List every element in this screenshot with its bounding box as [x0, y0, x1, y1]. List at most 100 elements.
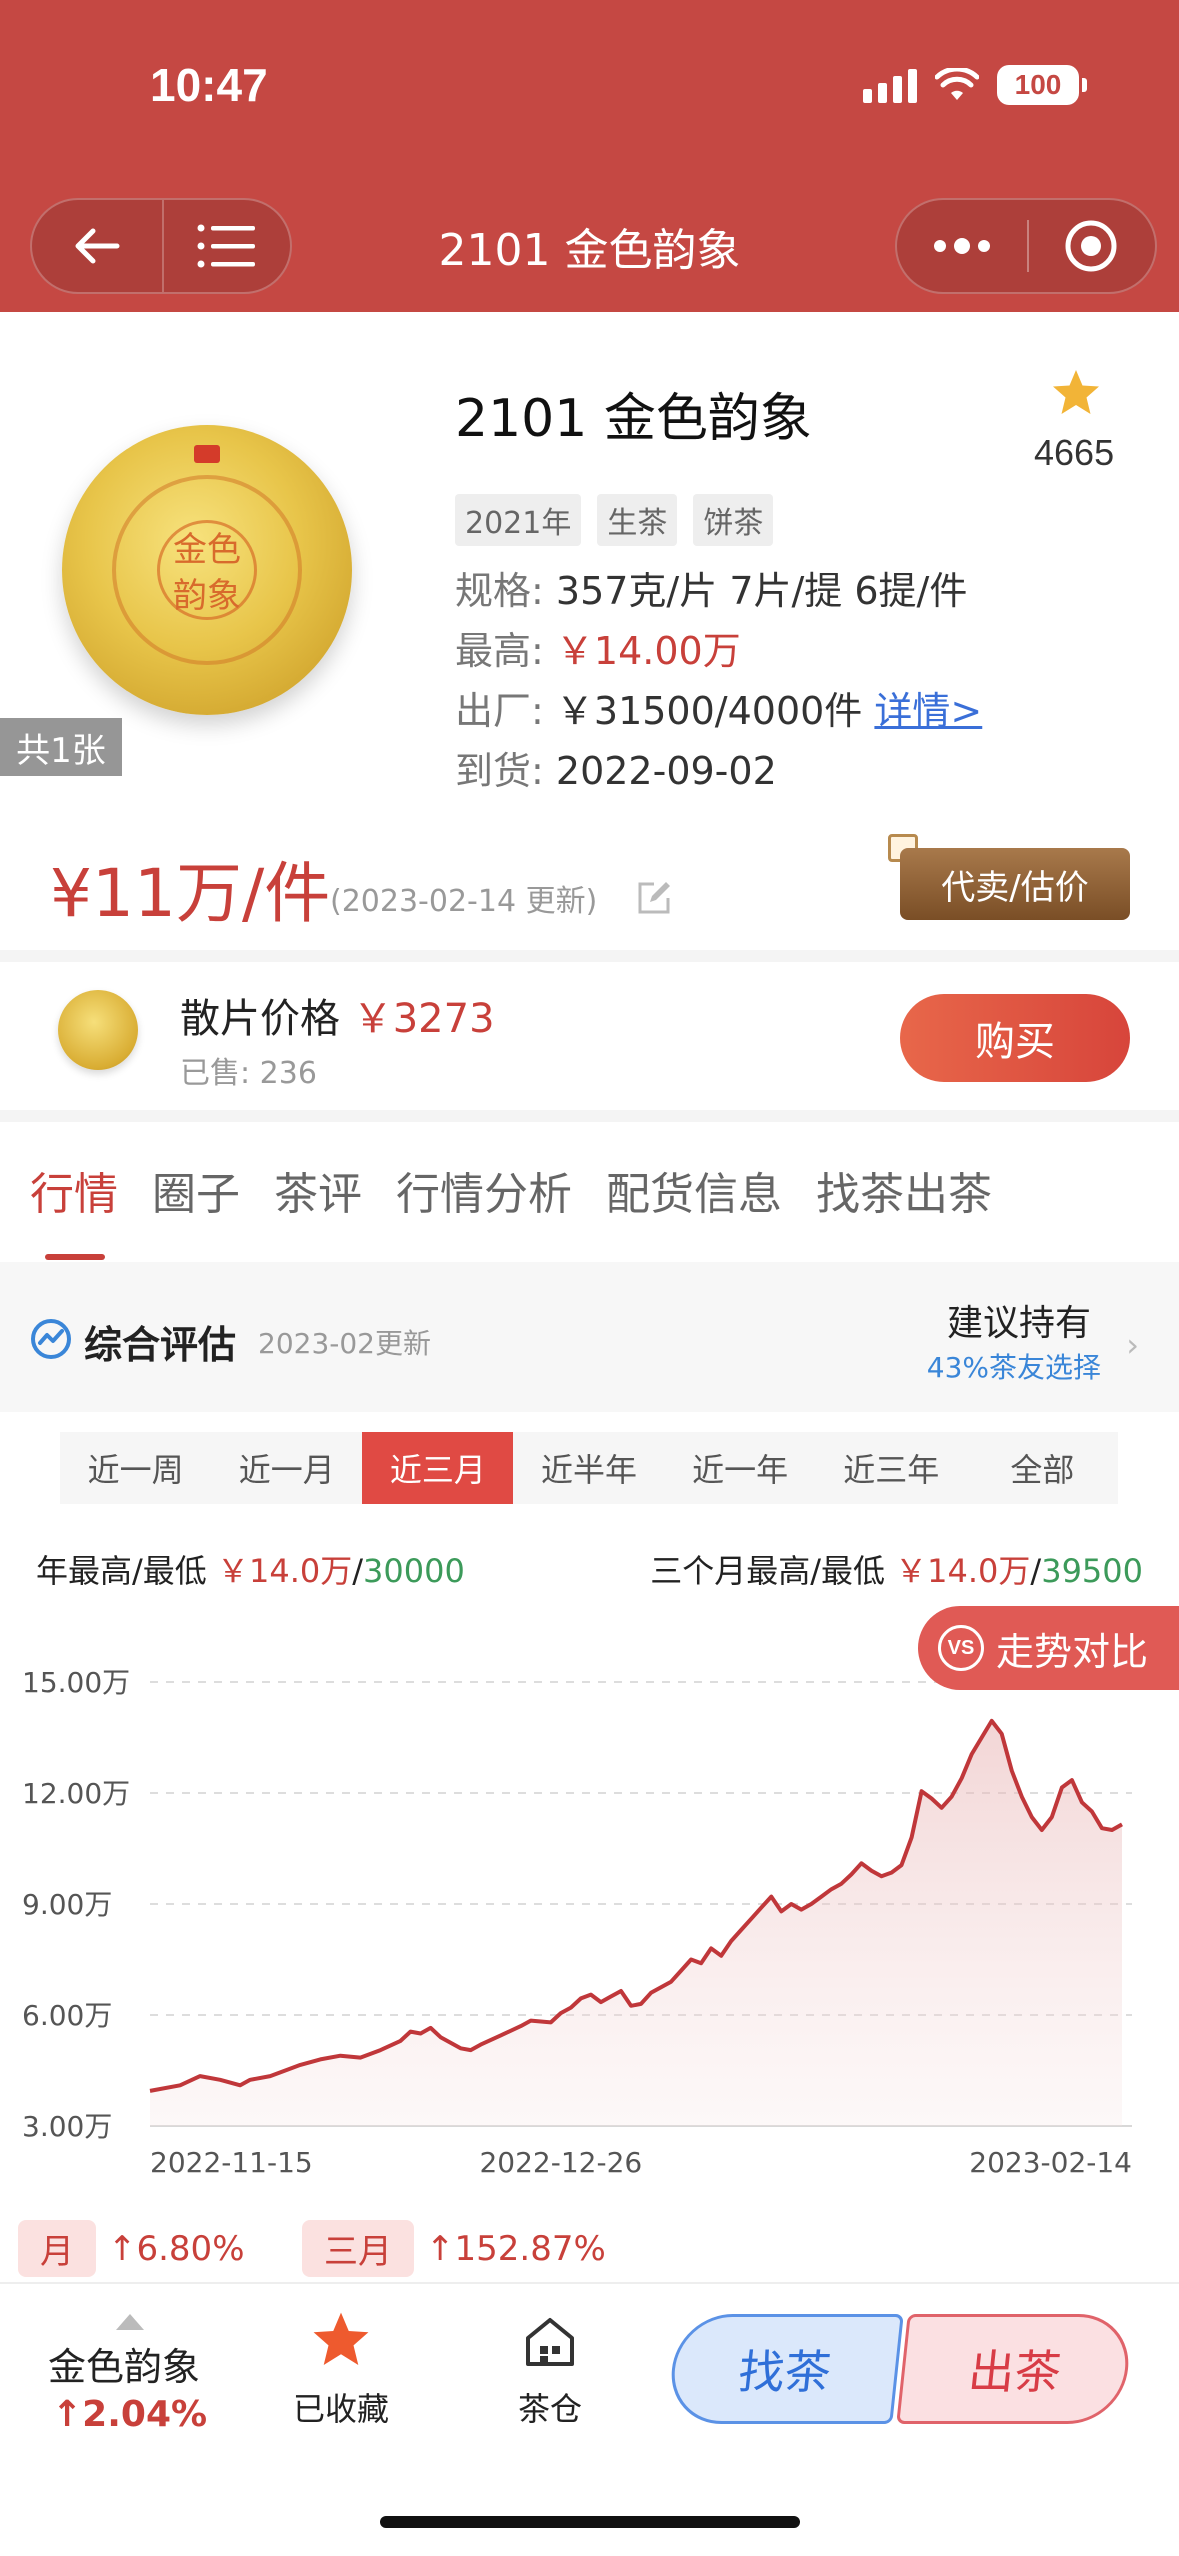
- signal-icon: [863, 67, 917, 103]
- three-month-high-low: 三个月最高/最低 ￥14.0万/39500: [650, 1546, 1143, 1592]
- period-week[interactable]: 近一周: [60, 1432, 211, 1504]
- status-time: 10:47: [150, 59, 268, 111]
- details-link[interactable]: 详情>: [874, 689, 982, 733]
- edit-icon[interactable]: [636, 880, 672, 916]
- tag-year: 2021年: [455, 494, 582, 546]
- arrival-row: 到货: 2022-09-02: [455, 740, 777, 795]
- loose-cake-thumbnail: [58, 990, 138, 1070]
- cake-label: 金色韵象: [157, 520, 257, 620]
- bottom-product-name[interactable]: 金色韵象: [48, 2336, 200, 2391]
- warehouse-icon: [526, 2318, 574, 2366]
- three-month-change-value: ↑152.87%: [426, 2228, 606, 2269]
- bottom-product-change: ↑2.04%: [52, 2394, 208, 2435]
- month-change: 月 ↑6.80%: [18, 2220, 245, 2277]
- triangle-up-icon: [116, 2314, 144, 2330]
- warehouse-label: 茶仓: [517, 2390, 582, 2428]
- high-row: 最高: ￥14.00万: [455, 620, 741, 675]
- price-update-note: (2023-02-14 更新): [330, 884, 598, 919]
- favorite-count: 4665: [1034, 432, 1115, 473]
- favorite-star-icon[interactable]: [1050, 368, 1102, 418]
- evaluation-date: 2023-02更新: [258, 1327, 431, 1360]
- x-tick-label: 2022-11-15: [150, 2146, 313, 2179]
- vs-icon: VS: [938, 1625, 984, 1671]
- period-all[interactable]: 全部: [967, 1432, 1118, 1504]
- year-low: 30000: [363, 1552, 465, 1590]
- three-month-change-label: 三月: [302, 2220, 414, 2277]
- buy-button[interactable]: 购买: [900, 994, 1130, 1082]
- period-month[interactable]: 近一月: [211, 1432, 362, 1504]
- more-button[interactable]: [897, 200, 1026, 292]
- year-hilo-label: 年最高/最低: [36, 1552, 207, 1590]
- price-chart[interactable]: 3.00万 6.00万 9.00万 12.00万 15.00万 2022-11-15 202…: [0, 1640, 1179, 2200]
- target-icon: [1065, 220, 1116, 272]
- x-tick-label: 2023-02-14: [969, 2146, 1132, 2179]
- consign-estimate-button[interactable]: 代卖/估价: [900, 848, 1130, 920]
- hilo-sep: /: [1030, 1552, 1042, 1590]
- active-tab-indicator: [45, 1254, 105, 1260]
- tab-bar: 行情 圈子 茶评 行情分析 配货信息 找茶出茶: [30, 1158, 1026, 1222]
- star-icon: [313, 2312, 369, 2366]
- spec-row: 规格: 357克/片 7片/提 6提/件: [455, 560, 967, 615]
- brand-logo: [194, 445, 220, 463]
- bottom-bar: 金色韵象 ↑2.04% 已收藏 茶仓 找茶 出茶: [0, 2282, 1179, 2556]
- tab-market[interactable]: 行情: [30, 1158, 118, 1222]
- high-value: ￥14.00万: [555, 629, 741, 673]
- period-year[interactable]: 近一年: [665, 1432, 816, 1504]
- spec-label: 规格:: [455, 569, 544, 613]
- tab-find-sell[interactable]: 找茶出茶: [816, 1158, 992, 1222]
- tab-circle[interactable]: 圈子: [152, 1158, 240, 1222]
- wifi-icon: [935, 68, 979, 100]
- favorited-button[interactable]: 已收藏: [286, 2310, 396, 2430]
- period-three-months[interactable]: 近三月: [362, 1432, 514, 1504]
- unit-price: ¥11万/件: [50, 855, 331, 932]
- arrival-label: 到货:: [455, 749, 544, 793]
- trend-compare-button[interactable]: VS 走势对比: [918, 1606, 1179, 1690]
- tag-type: 生茶: [597, 494, 678, 546]
- sell-tea-button[interactable]: 出茶: [896, 2314, 1134, 2424]
- product-tags: 2021年 生茶 饼茶: [455, 494, 774, 546]
- evaluation-title: 综合评估: [84, 1323, 237, 1367]
- product-image[interactable]: 金色韵象 共1张: [0, 370, 400, 780]
- factory-value: ￥31500/4000件: [555, 689, 863, 733]
- battery-icon: 100: [997, 65, 1087, 105]
- chevron-right-icon: ›: [1126, 1326, 1139, 1364]
- tab-analysis[interactable]: 行情分析: [396, 1158, 572, 1222]
- product-name: 2101 金色韵象: [455, 389, 812, 449]
- status-icons: 100: [863, 62, 1087, 108]
- hilo-sep: /: [352, 1552, 364, 1590]
- loose-sold-count: 已售: 236: [180, 1056, 317, 1091]
- arrival-value: 2022-09-02: [555, 749, 777, 793]
- section-divider: [0, 1110, 1179, 1122]
- warehouse-button[interactable]: 茶仓: [500, 2314, 600, 2430]
- year-high-low: 年最高/最低 ￥14.0万/30000: [36, 1546, 465, 1592]
- y-tick-label: 6.00万: [22, 1999, 112, 2032]
- tag-form: 饼茶: [693, 494, 774, 546]
- image-count-badge: 共1张: [0, 718, 122, 776]
- three-month-change: 三月 ↑152.87%: [302, 2220, 606, 2277]
- evaluation-percent: 43%茶友选择: [926, 1351, 1101, 1384]
- nav-right-group: [895, 198, 1157, 294]
- find-tea-button[interactable]: 找茶: [666, 2314, 904, 2424]
- three-month-hilo-label: 三个月最高/最低: [650, 1552, 885, 1590]
- loose-price-value: ￥3273: [352, 996, 495, 1042]
- nav-separator: [1027, 220, 1029, 272]
- home-indicator: [380, 2516, 800, 2528]
- tab-allocation[interactable]: 配货信息: [606, 1158, 782, 1222]
- y-tick-label: 3.00万: [22, 2110, 112, 2143]
- spec-value: 357克/片 7片/提 6提/件: [555, 569, 968, 613]
- three-month-high: ￥14.0万: [895, 1552, 1031, 1590]
- factory-row: 出厂: ￥31500/4000件 详情>: [455, 680, 982, 735]
- trend-circle-icon: [31, 1319, 71, 1359]
- x-tick-label: 2022-12-26: [479, 2146, 642, 2179]
- tab-review[interactable]: 茶评: [274, 1158, 362, 1222]
- high-label: 最高:: [455, 629, 544, 673]
- loose-price-row: 散片价格 ￥3273: [180, 986, 495, 1044]
- factory-label: 出厂:: [455, 689, 544, 733]
- evaluation-bar[interactable]: 综合评估 2023-02更新 建议持有 43%茶友选择 ›: [0, 1262, 1179, 1412]
- month-change-label: 月: [18, 2220, 96, 2277]
- period-half-year[interactable]: 近半年: [513, 1432, 664, 1504]
- period-three-years[interactable]: 近三年: [816, 1432, 967, 1504]
- close-miniapp-button[interactable]: [1026, 200, 1155, 292]
- y-tick-label: 15.00万: [22, 1666, 130, 1699]
- month-change-value: ↑6.80%: [108, 2228, 245, 2269]
